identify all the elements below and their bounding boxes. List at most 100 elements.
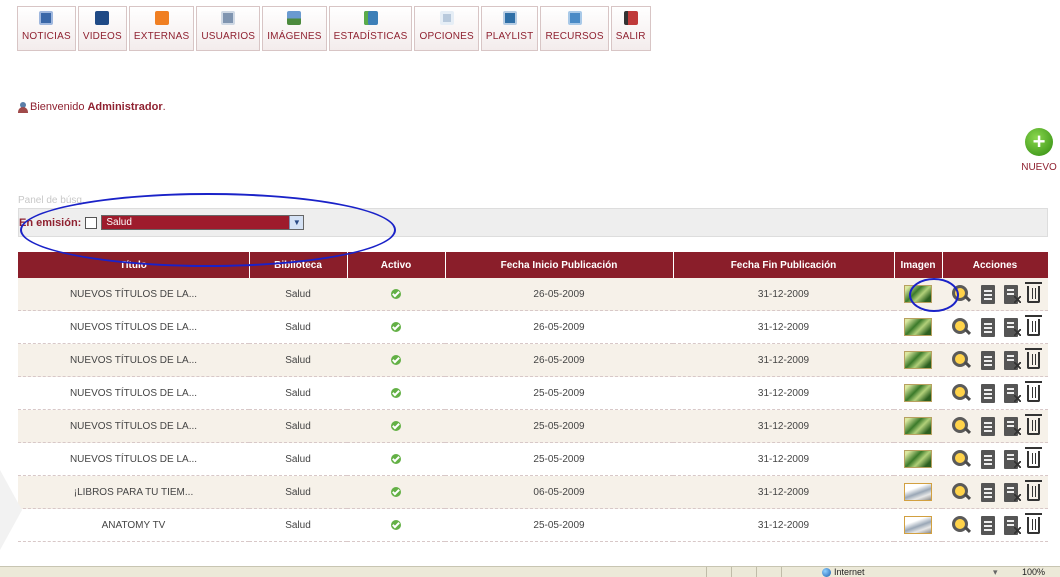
column-header[interactable]: Fecha Fin Publicación [673, 252, 895, 278]
view-magnifier-icon[interactable] [950, 283, 972, 305]
library-select[interactable]: Salud ▼ [101, 215, 305, 230]
trash-icon[interactable] [1024, 512, 1042, 534]
trash-icon[interactable] [1024, 413, 1042, 435]
edit-document-icon[interactable] [1003, 383, 1021, 403]
cell-actions [942, 278, 1048, 311]
column-header[interactable]: Imagen [894, 252, 943, 278]
thumbnail-image[interactable] [904, 351, 932, 369]
cell-image [894, 475, 942, 509]
table-row[interactable]: NUEVOS TÍTULOS DE LA... Salud 26-05-2009 31… [18, 310, 1048, 344]
thumbnail-image[interactable] [904, 450, 932, 468]
nav-button-imágenes[interactable]: IMÁGENES [262, 6, 327, 51]
nav-button-externas[interactable]: EXTERNAS [128, 6, 195, 51]
edit-document-icon[interactable] [1003, 350, 1021, 370]
document-icon[interactable] [981, 383, 996, 403]
cell-title: ANATOMY TV [18, 508, 249, 542]
cell-active [347, 310, 445, 344]
cell-actions [942, 442, 1048, 476]
nav-button-opciones[interactable]: OPCIONES [414, 6, 479, 51]
cell-end-date: 31-12-2009 [673, 409, 894, 443]
table-row[interactable]: NUEVOS TÍTULOS DE LA... Salud 25-05-2009 31… [18, 442, 1048, 476]
trash-icon[interactable] [1024, 479, 1042, 501]
welcome-user-name: Administrador [87, 101, 163, 113]
table-row[interactable]: NUEVOS TÍTULOS DE LA... Salud 26-05-2009 31… [18, 343, 1048, 377]
view-magnifier-icon[interactable] [950, 448, 972, 470]
cell-title: ¡LIBROS PARA TU TIEM... [18, 475, 249, 509]
table-row[interactable]: ANATOMY TV Salud 25-05-2009 31-12-2009 [18, 508, 1048, 542]
active-check-icon [391, 354, 401, 365]
document-icon[interactable] [981, 317, 996, 337]
thumbnail-image[interactable] [904, 318, 932, 336]
edit-document-icon[interactable] [1003, 515, 1021, 535]
active-check-icon [391, 321, 401, 332]
view-magnifier-icon[interactable] [950, 349, 972, 371]
document-icon[interactable] [981, 482, 996, 502]
nav-button-recursos[interactable]: RECURSOS [540, 6, 609, 51]
view-magnifier-icon[interactable] [950, 316, 972, 338]
cell-start-date: 25-05-2009 [445, 442, 673, 476]
column-header[interactable]: Acciones [942, 252, 1049, 278]
column-header[interactable]: Activo [347, 252, 446, 278]
active-check-icon [391, 288, 401, 299]
nav-button-label: EXTERNAS [133, 31, 190, 42]
nav-button-playlist[interactable]: PLAYLIST [480, 6, 539, 51]
playlist-icon [502, 11, 517, 25]
edit-document-icon[interactable] [1003, 284, 1021, 304]
column-header[interactable]: Biblioteca [249, 252, 348, 278]
cell-title: NUEVOS TÍTULOS DE LA... [18, 442, 249, 476]
chevron-down-icon[interactable]: ▼ [289, 216, 304, 229]
document-icon[interactable] [981, 515, 996, 535]
nav-button-salir[interactable]: SALIR [610, 6, 651, 51]
document-icon[interactable] [981, 449, 996, 469]
edit-document-icon[interactable] [1003, 416, 1021, 436]
nav-button-label: RECURSOS [545, 31, 604, 42]
news-icon [39, 11, 54, 25]
nav-button-label: VIDEOS [82, 31, 122, 42]
table-row[interactable]: NUEVOS TÍTULOS DE LA... Salud 25-05-2009 31… [18, 409, 1048, 443]
thumbnail-image[interactable] [904, 417, 932, 435]
view-magnifier-icon[interactable] [950, 415, 972, 437]
view-magnifier-icon[interactable] [950, 382, 972, 404]
edit-document-icon[interactable] [1003, 449, 1021, 469]
column-header[interactable]: Título [18, 252, 250, 278]
document-icon[interactable] [981, 284, 996, 304]
welcome-text: Bienvenido [30, 101, 85, 113]
edit-document-icon[interactable] [1003, 317, 1021, 337]
cell-title: NUEVOS TÍTULOS DE LA... [18, 310, 249, 344]
nav-button-videos[interactable]: VIDEOS [77, 6, 127, 51]
nav-button-estadísticas[interactable]: ESTADÍSTICAS [328, 6, 413, 51]
new-item-button[interactable]: + NUEVO [1018, 128, 1060, 173]
cell-library: Salud [249, 376, 347, 410]
trash-icon[interactable] [1024, 380, 1042, 402]
trash-icon[interactable] [1024, 347, 1042, 369]
nav-button-usuarios[interactable]: USUARIOS [196, 6, 261, 51]
thumbnail-image[interactable] [904, 285, 932, 303]
table-row[interactable]: NUEVOS TÍTULOS DE LA... Salud 25-05-2009 31… [18, 376, 1048, 410]
table-row[interactable]: NUEVOS TÍTULOS DE LA... Salud 26-05-2009 31… [18, 278, 1048, 311]
nav-button-label: SALIR [615, 31, 646, 42]
rss-icon [154, 11, 169, 25]
edit-document-icon[interactable] [1003, 482, 1021, 502]
thumbnail-image[interactable] [904, 516, 932, 534]
cell-active [347, 442, 445, 476]
trash-icon[interactable] [1024, 446, 1042, 468]
row-actions [942, 479, 1048, 503]
document-icon[interactable] [981, 416, 996, 436]
trash-icon[interactable] [1024, 314, 1042, 336]
welcome-period: . [162, 101, 166, 113]
thumbnail-image[interactable] [904, 384, 932, 402]
welcome-message: Bienvenido Administrador . [18, 101, 166, 113]
resources-icon [567, 11, 582, 25]
cell-end-date: 31-12-2009 [673, 475, 894, 509]
cell-image [894, 409, 942, 443]
trash-icon[interactable] [1024, 281, 1042, 303]
column-header[interactable]: Fecha Inicio Publicación [445, 252, 674, 278]
document-icon[interactable] [981, 350, 996, 370]
view-magnifier-icon[interactable] [950, 481, 972, 503]
emission-checkbox[interactable] [85, 216, 98, 229]
table-row[interactable]: ¡LIBROS PARA TU TIEM... Salud 06-05-2009 31… [18, 475, 1048, 509]
exit-icon [623, 11, 638, 25]
nav-button-noticias[interactable]: NOTICIAS [17, 6, 76, 51]
thumbnail-image[interactable] [904, 483, 932, 501]
view-magnifier-icon[interactable] [950, 514, 972, 536]
